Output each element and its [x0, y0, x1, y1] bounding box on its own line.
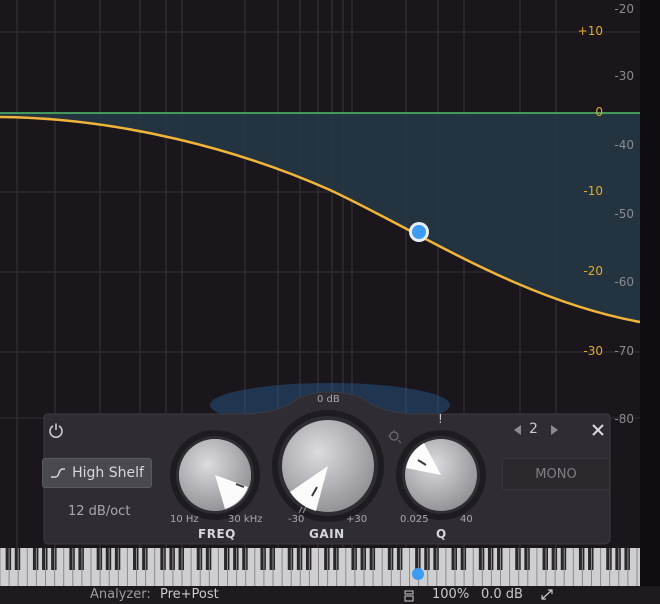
analyzer-label: Analyzer: [90, 587, 151, 602]
close-icon[interactable] [591, 423, 605, 437]
triangle-left-icon[interactable] [514, 425, 522, 435]
band-number: 2 [529, 421, 538, 437]
gain-tick: +10 [577, 24, 603, 38]
slope-selector[interactable]: 12 dB/oct [68, 504, 130, 519]
gain-max-label: +30 [346, 514, 368, 525]
analyzer-db-tick: -70 [614, 344, 634, 358]
gain-knob[interactable] [272, 410, 384, 522]
analyzer-db-tick: -30 [614, 69, 634, 83]
q-label: Q [436, 527, 447, 541]
q-min-label: 0.025 [400, 514, 429, 525]
freq-min-label: 10 Hz [170, 514, 199, 525]
filter-shape-button[interactable]: High Shelf [42, 458, 152, 488]
analyzer-mode-button[interactable]: Pre+Post [160, 587, 219, 602]
gain-min-label: -30 [288, 514, 305, 525]
analyzer-db-tick: -20 [614, 2, 634, 16]
output-gain[interactable]: 0.0 dB [481, 587, 523, 602]
freq-label: FREQ [198, 527, 236, 541]
gain-tick: 0 [595, 105, 603, 119]
power-icon[interactable] [48, 422, 64, 438]
status-bar: Analyzer: Pre+Post 100% 0.0 dB [0, 586, 660, 604]
q-marker: ! [438, 412, 443, 426]
freq-max-label: 30 kHz [228, 514, 263, 525]
high-shelf-icon [51, 468, 66, 478]
midi-learn-icon[interactable] [404, 590, 414, 602]
piano-keyboard [0, 548, 640, 586]
gain-tick: -10 [583, 184, 603, 198]
resize-icon[interactable] [540, 589, 554, 601]
gain-label: GAIN [309, 527, 345, 541]
analyzer-db-tick: -50 [614, 207, 634, 221]
link-icon[interactable] [298, 506, 308, 514]
analyzer-db-tick: -40 [614, 138, 634, 152]
scroll-edge [640, 0, 660, 604]
q-max-label: 40 [460, 514, 473, 525]
zoom-level[interactable]: 100% [432, 587, 469, 602]
keyboard-band-marker [412, 568, 424, 580]
q-knob[interactable] [396, 430, 486, 520]
stereo-mode-button[interactable]: MONO [502, 458, 610, 490]
analyzer-db-tick: -60 [614, 275, 634, 289]
eq-plugin-window: +10 0 -10 -20 -30 -20 -30 -40 -50 -60 -7… [0, 0, 660, 604]
gain-center-label: 0 dB [317, 394, 340, 405]
band-panel: 2 High Shelf 12 dB/oct 10 Hz 30 kHz FREQ… [40, 388, 612, 546]
freq-knob[interactable] [170, 430, 260, 520]
filter-shape-label: High Shelf [72, 465, 144, 481]
triangle-right-icon[interactable] [551, 425, 559, 435]
